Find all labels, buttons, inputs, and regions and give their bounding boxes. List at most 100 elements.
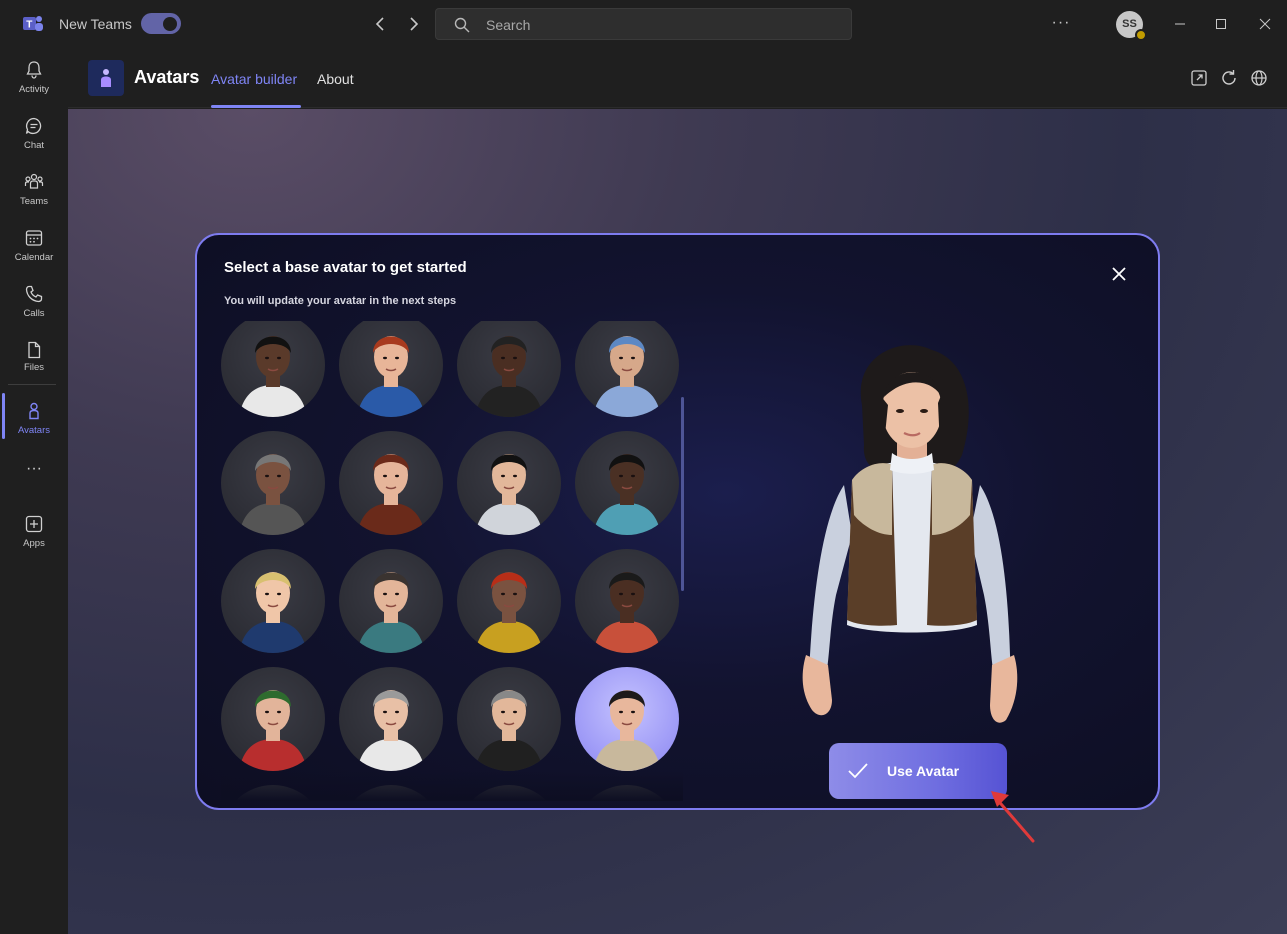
tab-avatar-builder[interactable]: Avatar builder [211, 71, 297, 87]
rail-item-calls[interactable]: Calls [0, 280, 68, 332]
avatar-option[interactable] [221, 321, 325, 417]
avatar-option[interactable] [575, 549, 679, 653]
avatar-option[interactable] [457, 321, 561, 417]
active-tab-underline [211, 105, 301, 108]
user-avatar[interactable]: SS [1116, 11, 1147, 41]
forward-button[interactable] [403, 13, 425, 35]
rail-item-calendar[interactable]: Calendar [0, 224, 68, 276]
avatar-option-selected[interactable] [575, 667, 679, 771]
avatar-thumbnail [475, 454, 543, 535]
rail-item-teams[interactable]: Teams [0, 168, 68, 220]
avatar-thumbnail [357, 690, 425, 771]
avatar-thumbnail [339, 785, 443, 801]
rail-label: Files [23, 362, 45, 373]
app-title: Avatars [134, 67, 200, 87]
back-button[interactable] [369, 13, 391, 35]
app-header: Avatars Avatar builder About [68, 48, 1287, 108]
user-initials: SS [1122, 18, 1137, 30]
close-icon[interactable] [1109, 264, 1129, 284]
avatar-thumbnail [575, 785, 679, 801]
teams-logo-icon: T [23, 16, 43, 31]
rail-more-apps[interactable]: ··· [0, 460, 68, 484]
rail-label: Teams [20, 196, 48, 207]
rail-label: Calls [23, 308, 45, 319]
search-box[interactable] [435, 8, 852, 40]
search-input[interactable] [486, 15, 826, 35]
rail-label: Calendar [14, 252, 54, 263]
rail-item-activity[interactable]: Activity [0, 56, 68, 108]
avatar-grid [221, 321, 683, 801]
avatar-thumbnail [475, 690, 543, 771]
search-icon [454, 17, 470, 33]
new-teams-toggle[interactable] [141, 13, 181, 34]
rail-item-avatars[interactable]: Avatars [0, 397, 68, 449]
avatars-app-icon [88, 60, 124, 96]
tab-about[interactable]: About [317, 71, 354, 87]
avatar-thumbnail [239, 572, 307, 653]
avatar-option[interactable] [457, 785, 561, 801]
use-avatar-label: Use Avatar [887, 763, 960, 779]
avatar-thumbnail [239, 336, 307, 417]
dialog-subtitle: You will update your avatar in the next … [224, 295, 457, 307]
avatar-option[interactable] [575, 785, 679, 801]
svg-text:T: T [26, 20, 32, 31]
avatar-thumbnail [221, 785, 325, 801]
avatar-thumbnail [593, 572, 661, 653]
globe-icon[interactable] [1249, 68, 1269, 88]
avatar-thumbnail [593, 690, 661, 771]
annotation-arrow [991, 791, 1035, 843]
avatar-option[interactable] [221, 431, 325, 535]
status-away-badge [1135, 29, 1147, 41]
more-icon: ··· [26, 460, 42, 477]
avatar-option[interactable] [339, 321, 443, 417]
app-rail: Activity Chat Teams Calendar Calls Files… [0, 48, 68, 934]
close-window-button[interactable] [1253, 12, 1277, 36]
rail-label: Chat [23, 140, 45, 151]
avatar-option[interactable] [339, 431, 443, 535]
select-base-avatar-dialog: Select a base avatar to get started You … [195, 233, 1160, 810]
avatar-option[interactable] [221, 549, 325, 653]
avatar-option[interactable] [339, 549, 443, 653]
avatar-thumbnail [239, 454, 307, 535]
avatar-thumbnail [357, 454, 425, 535]
avatar-thumbnail [357, 572, 425, 653]
refresh-icon[interactable] [1219, 68, 1239, 88]
avatar-thumbnail [239, 690, 307, 771]
use-avatar-button[interactable]: Use Avatar [829, 743, 1007, 799]
chevron-left-icon [375, 17, 384, 31]
title-bar: T New Teams ··· SS [0, 0, 1287, 48]
rail-label: Activity [18, 84, 50, 95]
plus-square-icon [25, 515, 43, 533]
avatar-person-icon [101, 69, 111, 87]
teams-icon [24, 173, 44, 189]
chat-icon [25, 117, 42, 135]
avatar-option[interactable] [221, 667, 325, 771]
avatar-option[interactable] [457, 431, 561, 535]
avatar-option[interactable] [339, 785, 443, 801]
avatar-option[interactable] [221, 785, 325, 801]
avatar-thumbnail [593, 336, 661, 417]
avatar-option[interactable] [575, 321, 679, 417]
avatar-option[interactable] [457, 667, 561, 771]
avatar-icon [29, 402, 39, 420]
avatar-thumbnail [475, 572, 543, 653]
avatar-option[interactable] [457, 549, 561, 653]
rail-divider [8, 384, 56, 385]
calendar-icon [25, 230, 43, 246]
maximize-button[interactable] [1209, 12, 1233, 36]
avatar-thumbnail [593, 454, 661, 535]
rail-item-apps[interactable]: Apps [0, 510, 68, 562]
avatar-option[interactable] [575, 431, 679, 535]
more-options-button[interactable]: ··· [1050, 12, 1072, 34]
rail-item-chat[interactable]: Chat [0, 112, 68, 164]
rail-label: Avatars [17, 425, 51, 436]
pop-out-icon[interactable] [1189, 68, 1209, 88]
rail-item-files[interactable]: Files [0, 336, 68, 388]
file-icon [28, 341, 41, 359]
avatar-preview [802, 345, 1018, 723]
dialog-title: Select a base avatar to get started [224, 259, 467, 276]
avatar-option[interactable] [339, 667, 443, 771]
bell-icon [26, 61, 42, 79]
grid-scrollbar[interactable] [681, 397, 684, 591]
minimize-button[interactable] [1168, 12, 1192, 36]
